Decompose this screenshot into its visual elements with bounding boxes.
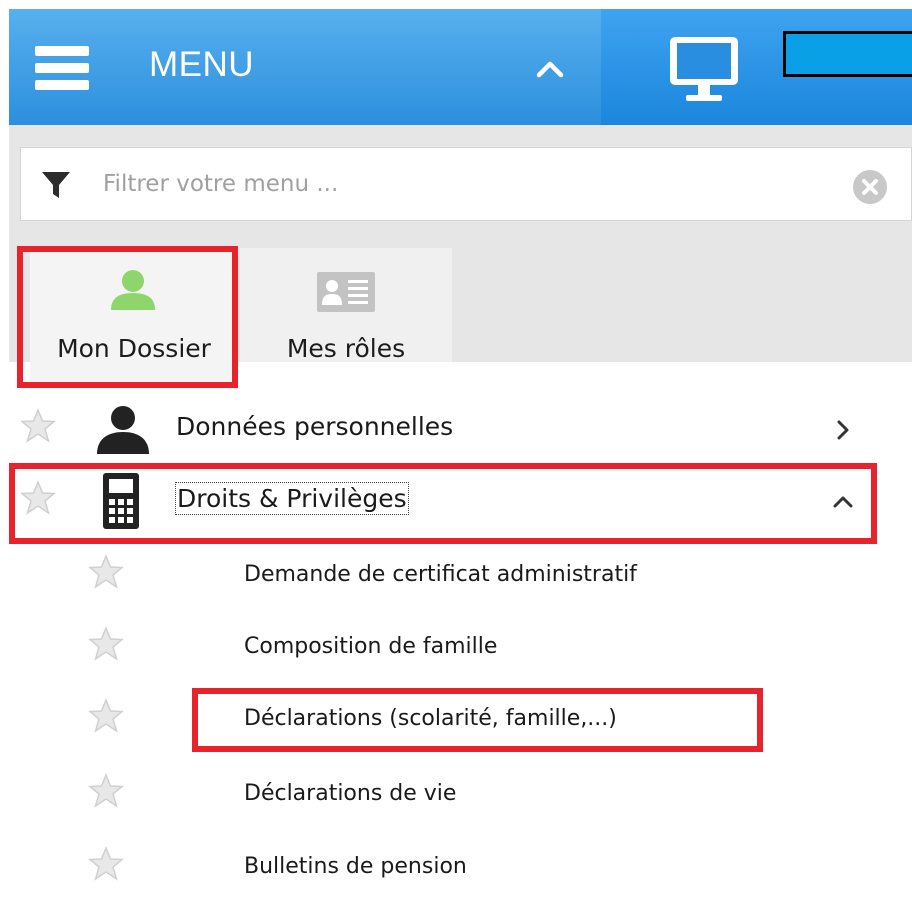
star-icon[interactable]: [88, 773, 124, 809]
submenu-item-label: Déclarations de vie: [244, 781, 457, 806]
menu-item-droits-privileges[interactable]: Droits & Privilèges: [9, 470, 912, 532]
submenu-item-label: Composition de famille: [244, 634, 498, 659]
submenu-item-label: Déclarations (scolarité, famille,...): [244, 706, 617, 731]
star-icon[interactable]: [20, 408, 56, 444]
submenu-item-label: Demande de certificat administratif: [244, 562, 637, 587]
tab-label: Mes rôles: [286, 334, 406, 363]
header-placeholder-box: [783, 31, 912, 77]
menu-title: MENU: [149, 45, 255, 84]
star-icon[interactable]: [88, 698, 124, 734]
menu-header: MENU: [9, 9, 912, 125]
menu-item-label: Droits & Privilèges: [175, 482, 409, 515]
filter-icon: [42, 172, 70, 198]
submenu-item-label: Bulletins de pension: [244, 854, 467, 879]
hamburger-icon[interactable]: [35, 46, 89, 90]
tab-mes-roles[interactable]: Mes rôles: [240, 248, 452, 363]
submenu-item[interactable]: Demande de certificat administratif: [9, 544, 912, 606]
chevron-up-icon[interactable]: [831, 490, 855, 514]
menu-item-donnees-personnelles[interactable]: Données personnelles: [9, 398, 912, 460]
calculator-icon: [103, 473, 139, 529]
star-icon[interactable]: [88, 626, 124, 662]
tab-mon-dossier[interactable]: Mon Dossier: [30, 248, 238, 388]
tab-label: Mon Dossier: [57, 334, 211, 363]
monitor-icon[interactable]: [666, 33, 742, 107]
star-icon[interactable]: [20, 480, 56, 516]
header-right-panel: [601, 9, 912, 125]
chevron-up-icon[interactable]: [530, 52, 570, 86]
clear-icon[interactable]: [853, 170, 887, 204]
chevron-right-icon[interactable]: [831, 418, 855, 442]
id-card-icon: [317, 272, 375, 312]
submenu-item[interactable]: Bulletins de pension: [9, 836, 912, 898]
filter-input[interactable]: [103, 164, 803, 204]
star-icon[interactable]: [88, 846, 124, 882]
submenu-item[interactable]: Déclarations (scolarité, famille,...): [9, 688, 912, 750]
submenu-item[interactable]: Déclarations de vie: [9, 763, 912, 825]
menu-item-label: Données personnelles: [176, 412, 454, 441]
filter-box: [20, 147, 912, 221]
person-icon: [97, 406, 149, 454]
user-icon: [111, 270, 155, 310]
star-icon[interactable]: [88, 554, 124, 590]
submenu-item[interactable]: Composition de famille: [9, 616, 912, 678]
